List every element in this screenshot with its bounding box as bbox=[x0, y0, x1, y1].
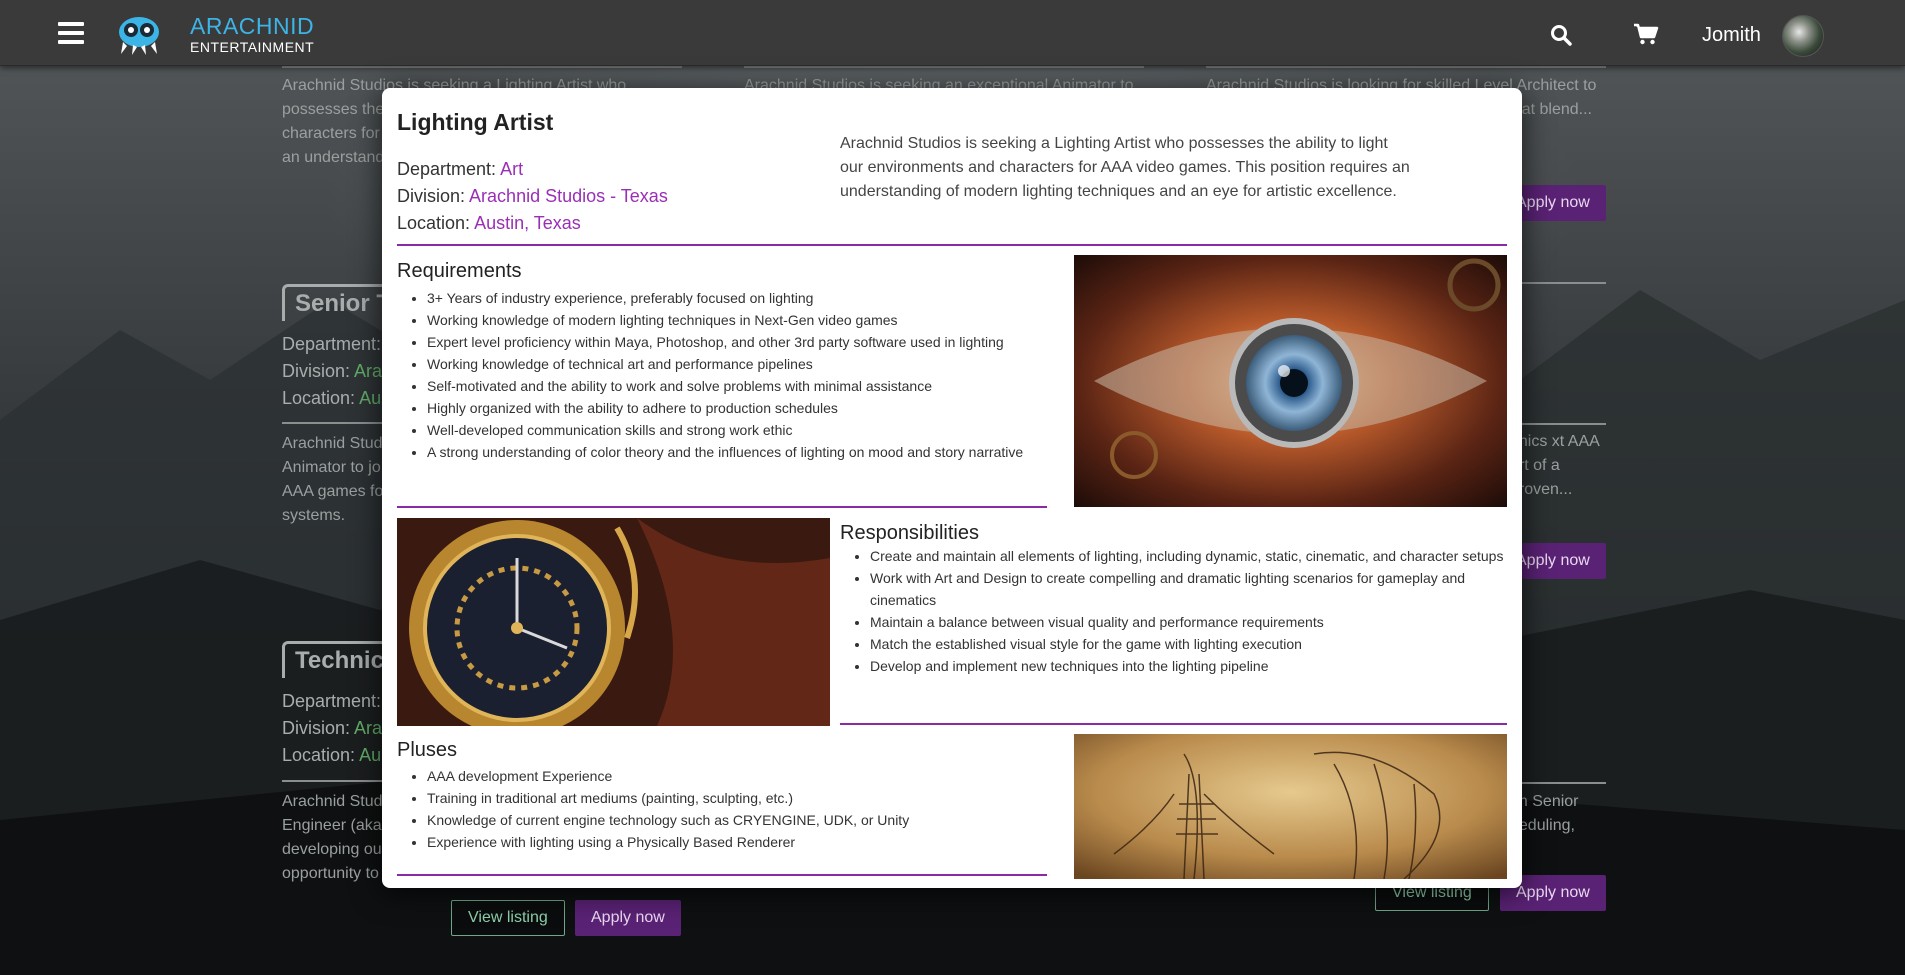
job-card-desc: Arachnid Studi Animator to jo AAA games … bbox=[282, 435, 387, 524]
division-label: Division: bbox=[282, 718, 351, 738]
location-value: Au bbox=[359, 388, 382, 408]
division-label: Division: bbox=[397, 186, 466, 206]
location-label: Location: bbox=[282, 745, 356, 765]
job-card-meta: Department: Division: Ara Location: Au bbox=[282, 331, 382, 412]
modal-title: Lighting Artist bbox=[397, 109, 554, 135]
divider bbox=[397, 244, 1507, 246]
requirement-item: Highly organized with the ability to adh… bbox=[427, 397, 1047, 419]
logo-subtitle: ENTERTAINMENT bbox=[190, 39, 315, 55]
plus-item: Training in traditional art mediums (pai… bbox=[427, 787, 1047, 809]
requirements-heading: Requirements bbox=[397, 260, 522, 282]
job-card-meta: Department: Division: Ara Location: Au bbox=[282, 688, 382, 769]
department-value[interactable]: Art bbox=[500, 159, 523, 179]
requirement-item: Well-developed communication skills and … bbox=[427, 419, 1047, 441]
cart-icon[interactable] bbox=[1633, 23, 1659, 45]
spider-logo-icon[interactable] bbox=[115, 12, 163, 56]
requirement-item: Working knowledge of technical art and p… bbox=[427, 353, 1047, 375]
hamburger-menu-icon[interactable] bbox=[58, 22, 84, 44]
job-card-desc: Arachnid Stud Engineer (aka, developing … bbox=[282, 793, 387, 882]
divider bbox=[840, 723, 1507, 725]
divider bbox=[397, 874, 1047, 876]
requirement-item: A strong understanding of color theory a… bbox=[427, 441, 1047, 463]
plus-item: Knowledge of current engine technology s… bbox=[427, 809, 1047, 831]
requirement-item: Working knowledge of modern lighting tec… bbox=[427, 309, 1047, 331]
responsibility-item: Develop and implement new techniques int… bbox=[870, 655, 1510, 677]
top-navbar: ARACHNID ENTERTAINMENT Jomith bbox=[0, 0, 1905, 66]
requirement-item: Self-motivated and the ability to work a… bbox=[427, 375, 1047, 397]
department-label: Department: bbox=[397, 159, 497, 179]
location-value: Au bbox=[359, 745, 382, 765]
logo-title: ARACHNID bbox=[190, 13, 315, 39]
pocket-watch-image bbox=[397, 518, 830, 726]
plus-item: Experience with lighting using a Physica… bbox=[427, 831, 1047, 853]
location-label: Location: bbox=[397, 213, 471, 233]
divider bbox=[397, 506, 1047, 508]
pluses-heading: Pluses bbox=[397, 739, 458, 761]
job-details-modal: Lighting Artist Department: Art Division… bbox=[382, 88, 1522, 888]
job-card-desc: an Senior heduling, bbox=[1510, 793, 1579, 834]
requirements-list: 3+ Years of industry experience, prefera… bbox=[397, 287, 1047, 463]
responsibility-item: Match the established visual style for t… bbox=[870, 633, 1510, 655]
apply-now-button[interactable]: Apply now bbox=[575, 900, 681, 936]
mechanical-eye-image bbox=[1074, 255, 1507, 507]
location-value[interactable]: Austin, Texas bbox=[474, 213, 581, 233]
job-card-title[interactable]: Technica bbox=[282, 641, 397, 678]
requirement-item: Expert level proficiency within Maya, Ph… bbox=[427, 331, 1047, 353]
responsibility-item: Maintain a balance between visual qualit… bbox=[870, 611, 1510, 633]
department-label: Department: bbox=[282, 691, 382, 711]
division-value[interactable]: Arachnid Studios - Texas bbox=[469, 186, 668, 206]
department-label: Department: bbox=[282, 334, 382, 354]
davinci-sketch-image bbox=[1074, 734, 1507, 879]
requirement-item: 3+ Years of industry experience, prefera… bbox=[427, 287, 1047, 309]
pluses-list: AAA development ExperienceTraining in tr… bbox=[397, 765, 1047, 853]
avatar[interactable] bbox=[1782, 15, 1824, 57]
job-card-senior: Arachnid Studi Animator to jo AAA games … bbox=[282, 422, 392, 528]
username-label[interactable]: Jomith bbox=[1702, 24, 1761, 47]
brand-logo[interactable]: ARACHNID ENTERTAINMENT bbox=[190, 13, 315, 55]
job-card-technical: Arachnid Stud Engineer (aka, developing … bbox=[282, 780, 392, 886]
division-label: Division: bbox=[282, 361, 351, 381]
job-card-desc: phics xt AAA art of a proven... bbox=[1510, 433, 1599, 498]
plus-item: AAA development Experience bbox=[427, 765, 1047, 787]
responsibility-item: Create and maintain all elements of ligh… bbox=[870, 545, 1510, 567]
responsibilities-heading: Responsibilities bbox=[840, 522, 979, 544]
responsibility-item: Work with Art and Design to create compe… bbox=[870, 567, 1510, 611]
responsibilities-list: Create and maintain all elements of ligh… bbox=[840, 545, 1510, 677]
location-label: Location: bbox=[282, 388, 356, 408]
division-value: Ara bbox=[354, 718, 383, 738]
job-meta: Department: Art Division: Arachnid Studi… bbox=[397, 156, 668, 237]
division-value: Ara bbox=[354, 361, 383, 381]
view-listing-button[interactable]: View listing bbox=[451, 900, 565, 936]
search-icon[interactable] bbox=[1550, 24, 1572, 46]
job-summary: Arachnid Studios is seeking a Lighting A… bbox=[840, 135, 1410, 200]
